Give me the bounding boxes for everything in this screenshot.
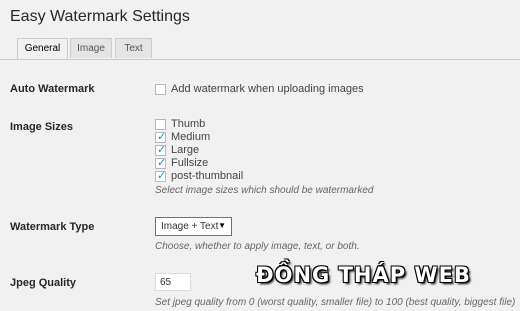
image-size-post-thumbnail-checkbox[interactable]: ✓ <box>155 170 167 182</box>
watermark-overlay-text: ĐỒNG THÁP WEB <box>256 263 471 287</box>
image-size-large-label: Large <box>171 144 200 156</box>
watermark-type-select[interactable]: Image + Text ▼ <box>155 217 232 236</box>
jpeg-quality-input[interactable]: 65 <box>155 273 191 291</box>
image-sizes-description: Select image sizes which should be water… <box>155 185 374 196</box>
chevron-down-icon: ▼ <box>218 221 226 230</box>
image-size-thumb-label: Thumb <box>171 118 206 130</box>
auto-watermark-label: Auto Watermark <box>10 83 95 95</box>
watermark-type-description: Choose, whether to apply image, text, or… <box>155 241 360 252</box>
watermark-type-label: Watermark Type <box>10 221 95 233</box>
auto-watermark-checkbox[interactable] <box>155 84 166 95</box>
page-title: Easy Watermark Settings <box>10 8 190 25</box>
image-size-medium-label: Medium <box>171 131 211 143</box>
image-size-fullsize-checkbox[interactable]: ✓ <box>155 157 167 169</box>
image-size-thumb-checkbox[interactable] <box>155 119 166 130</box>
checkmark-icon: ✓ <box>157 144 167 156</box>
jpeg-quality-label: Jpeg Quality <box>10 277 77 289</box>
auto-watermark-checkbox-label: Add watermark when uploading images <box>171 83 364 95</box>
image-sizes-label: Image Sizes <box>10 121 73 133</box>
tab-general[interactable]: General <box>17 38 68 59</box>
tab-text[interactable]: Text <box>115 38 152 58</box>
image-size-fullsize-label: Fullsize <box>171 157 209 169</box>
watermark-type-selected-value: Image + Text <box>161 221 219 232</box>
checkmark-icon: ✓ <box>157 157 167 169</box>
checkmark-icon: ✓ <box>157 170 167 182</box>
image-size-large-checkbox[interactable]: ✓ <box>155 144 167 156</box>
image-size-medium-checkbox[interactable]: ✓ <box>155 131 167 143</box>
tab-bar: General Image Text <box>0 38 520 60</box>
image-size-post-thumbnail-label: post-thumbnail <box>171 170 244 182</box>
tab-image[interactable]: Image <box>70 38 112 58</box>
jpeg-quality-description: Set jpeg quality from 0 (worst quality, … <box>155 297 516 308</box>
checkmark-icon: ✓ <box>157 131 167 143</box>
